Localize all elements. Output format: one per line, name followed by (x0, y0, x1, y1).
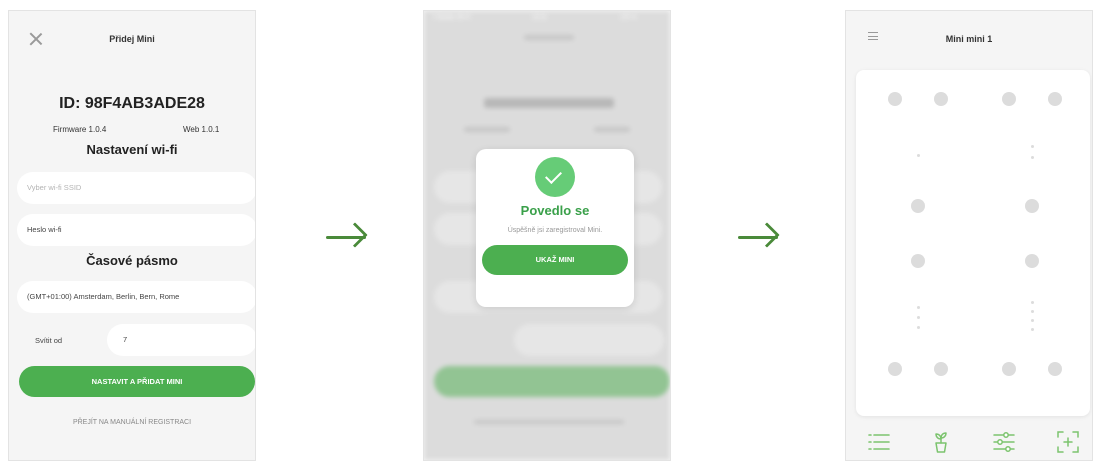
plant-slot[interactable] (934, 362, 948, 376)
plant-slot[interactable] (888, 362, 902, 376)
device-id: ID: 98F4AB3ADE28 (59, 95, 205, 112)
grid-marker (1031, 319, 1034, 322)
web-version: Web 1.0.1 (183, 125, 220, 134)
show-mini-button[interactable]: UKAŽ MINI (482, 245, 628, 275)
plant-slot[interactable] (1048, 362, 1062, 376)
sliders-icon[interactable] (991, 429, 1017, 455)
mini-detail-screen: Mini mini 1 (845, 10, 1093, 461)
ssid-placeholder: Vyber wi-fi SSID (27, 183, 82, 192)
check-icon (535, 157, 575, 197)
arrow-right-icon (326, 218, 372, 258)
scan-add-icon[interactable] (1055, 429, 1081, 455)
plant-slot[interactable] (1002, 362, 1016, 376)
status-battery: 100 % (620, 15, 638, 21)
bottom-nav (846, 425, 1092, 459)
dialog-subtitle: Úspěšně jsi zaregistroval Mini. (507, 227, 603, 234)
timezone-value: (GMT+01:00) Amsterdam, Berlin, Bern, Rom… (27, 292, 180, 301)
plant-slot[interactable] (934, 92, 948, 106)
password-placeholder: Heslo wi-fi (27, 225, 62, 234)
success-screen: T-Mobile Wi-Fi 15:02 100 % Povedlo se Ús… (423, 10, 671, 461)
grid-marker (1031, 328, 1034, 331)
manual-registration-link[interactable]: PŘEJÍT NA MANUÁLNÍ REGISTRACI (9, 419, 255, 426)
list-icon[interactable] (866, 429, 892, 455)
screen-title: Mini mini 1 (945, 34, 993, 44)
status-time: 15:02 (532, 15, 548, 21)
plant-slot[interactable] (911, 254, 925, 268)
planter-grid (856, 70, 1090, 416)
success-dialog: Povedlo se Úspěšně jsi zaregistroval Min… (476, 149, 634, 307)
grid-marker (917, 326, 920, 329)
plant-slot[interactable] (1002, 92, 1016, 106)
grid-marker (917, 316, 920, 319)
plant-slot[interactable] (1025, 199, 1039, 213)
grid-marker (917, 154, 920, 157)
screen-title: Přidej Mini (109, 34, 155, 44)
arrow-right-icon (738, 218, 784, 258)
plant-slot[interactable] (1048, 92, 1062, 106)
grid-marker (917, 306, 920, 309)
plant-slot[interactable] (1025, 254, 1039, 268)
timezone-heading: Časové pásmo (86, 253, 178, 268)
plant-slot[interactable] (888, 92, 902, 106)
dialog-title: Povedlo se (520, 203, 590, 218)
light-from-label: Svítit od (35, 336, 63, 345)
firmware-version: Firmware 1.0.4 (53, 125, 107, 134)
light-from-input[interactable]: 7 (107, 324, 255, 356)
top-bar: Přidej Mini (9, 11, 255, 61)
wifi-heading: Nastavení wi-fi (86, 142, 178, 157)
submit-add-mini-button[interactable]: NASTAVIT A PŘIDAT MINI (19, 366, 255, 397)
password-field[interactable]: Heslo wi-fi (17, 214, 255, 246)
ssid-select[interactable]: Vyber wi-fi SSID (17, 172, 255, 204)
grid-marker (1031, 145, 1034, 148)
timezone-select[interactable]: (GMT+01:00) Amsterdam, Berlin, Bern, Rom… (17, 281, 255, 313)
grid-marker (1031, 156, 1034, 159)
add-mini-screen: Přidej Mini ID: 98F4AB3ADE28 Firmware 1.… (8, 10, 256, 461)
plant-slot[interactable] (911, 199, 925, 213)
status-carrier: T-Mobile Wi-Fi (432, 15, 471, 21)
plant-icon[interactable] (928, 429, 954, 455)
grid-marker (1031, 301, 1034, 304)
grid-marker (1031, 310, 1034, 313)
